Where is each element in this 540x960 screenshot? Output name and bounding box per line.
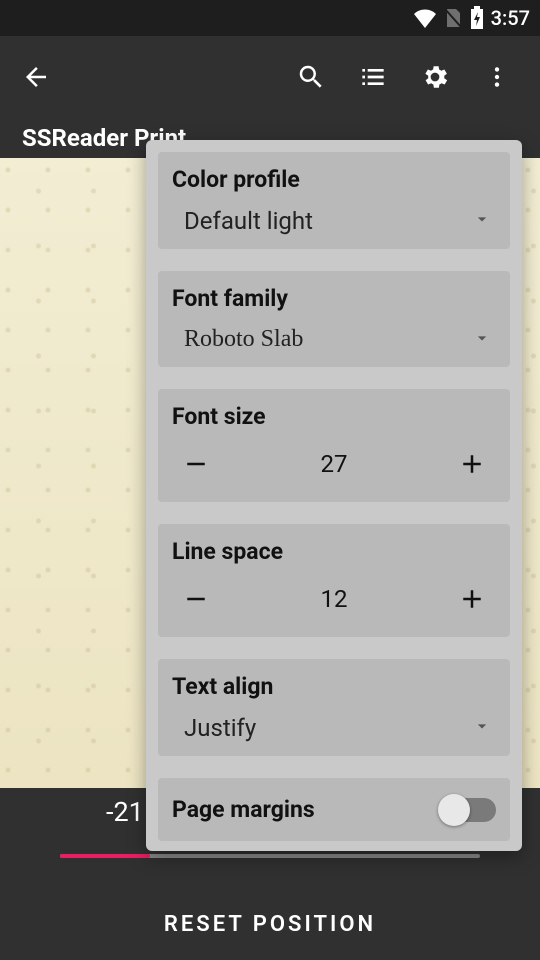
font-size-decrease-button[interactable]: [172, 440, 220, 488]
no-sim-icon: [443, 7, 463, 29]
battery-charging-icon: [469, 6, 485, 30]
line-space-card: Line space 12: [158, 524, 510, 637]
text-align-card: Text align Justify: [158, 659, 510, 756]
reset-position-button[interactable]: RESET POSITION: [0, 888, 540, 960]
font-family-value: Roboto Slab: [184, 326, 303, 353]
font-family-label: Font family: [172, 285, 496, 312]
search-button[interactable]: [280, 46, 342, 108]
settings-button[interactable]: [404, 46, 466, 108]
back-button[interactable]: [12, 53, 60, 101]
text-align-value: Justify: [184, 714, 256, 742]
page-margins-card: Page margins: [158, 778, 510, 841]
display-settings-popover: Color profile Default light Font family …: [146, 140, 522, 851]
line-space-decrease-button[interactable]: [172, 575, 220, 623]
overflow-menu-button[interactable]: [466, 46, 528, 108]
line-space-value: 12: [321, 585, 348, 613]
font-size-value: 27: [321, 450, 348, 478]
progress-fill: [60, 854, 150, 858]
font-size-label: Font size: [172, 403, 496, 430]
wifi-icon: [413, 8, 437, 28]
dropdown-icon: [472, 716, 492, 740]
line-space-increase-button[interactable]: [448, 575, 496, 623]
color-profile-select[interactable]: Default light: [172, 207, 496, 235]
dropdown-icon: [472, 328, 492, 352]
color-profile-value: Default light: [184, 207, 313, 235]
app-bar: [0, 36, 540, 118]
font-size-increase-button[interactable]: [448, 440, 496, 488]
font-family-card: Font family Roboto Slab: [158, 271, 510, 367]
text-align-select[interactable]: Justify: [172, 714, 496, 742]
status-time: 3:57: [491, 6, 530, 30]
progress-position-label: -21: [106, 796, 144, 828]
status-bar: 3:57: [0, 0, 540, 36]
page-margins-label: Page margins: [172, 796, 315, 823]
toc-button[interactable]: [342, 46, 404, 108]
text-align-label: Text align: [172, 673, 496, 700]
dropdown-icon: [472, 209, 492, 233]
page-margins-toggle[interactable]: [440, 798, 496, 822]
color-profile-label: Color profile: [172, 166, 496, 193]
line-space-label: Line space: [172, 538, 496, 565]
color-profile-card: Color profile Default light: [158, 152, 510, 249]
font-family-select[interactable]: Roboto Slab: [172, 326, 496, 353]
font-size-card: Font size 27: [158, 389, 510, 502]
